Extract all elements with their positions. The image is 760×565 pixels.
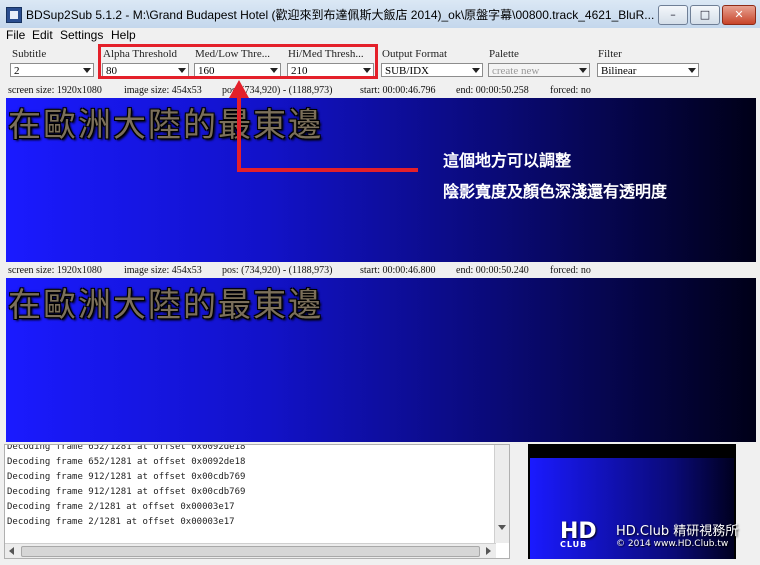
annotation-line-1: 這個地方可以調整: [443, 151, 572, 170]
watermark-site: HD.Club 精研視務所: [616, 524, 739, 539]
scroll-right-icon[interactable]: [486, 547, 491, 555]
log-line: Decoding frame 2/1281 at offset 0x00003e…: [7, 517, 235, 527]
target-video-preview: 在歐洲大陸的最東邊: [6, 278, 756, 442]
log-line: Decoding frame 652/1281 at offset 0x0092…: [7, 444, 246, 452]
target-forced: forced: no: [550, 265, 591, 276]
log-panel[interactable]: Decoding frame 652/1281 at offset 0x0092…: [4, 444, 510, 559]
log-line: Decoding frame 652/1281 at offset 0x0092…: [7, 457, 246, 467]
target-screen-size: screen size: 1920x1080: [8, 265, 102, 276]
scroll-down-icon[interactable]: [498, 525, 506, 530]
annotation-line-2: 陰影寬度及顏色深淺還有透明度: [443, 182, 668, 201]
scrollbar-thumb[interactable]: [21, 546, 480, 557]
target-position: pos: (734,920) - (1188,973): [222, 265, 333, 276]
scroll-left-icon[interactable]: [9, 547, 14, 555]
target-info-row: screen size: 1920x1080 image size: 454x5…: [0, 264, 760, 278]
target-end-time: end: 00:00:50.240: [456, 265, 529, 276]
log-line: Decoding frame 912/1281 at offset 0x00cd…: [7, 472, 246, 482]
horizontal-scrollbar[interactable]: [5, 543, 496, 558]
watermark-logo-sub: CLUB: [560, 540, 588, 549]
target-image-size: image size: 454x53: [124, 265, 202, 276]
vertical-scrollbar[interactable]: [494, 445, 509, 543]
log-line: Decoding frame 912/1281 at offset 0x00cd…: [7, 487, 246, 497]
target-start-time: start: 00:00:46.800: [360, 265, 436, 276]
target-subtitle-text: 在歐洲大陸的最東邊: [8, 285, 323, 324]
log-line: Decoding frame 2/1281 at offset 0x00003e…: [7, 502, 235, 512]
watermark-copyright: © 2014 www.HD.Club.tw: [616, 539, 729, 549]
